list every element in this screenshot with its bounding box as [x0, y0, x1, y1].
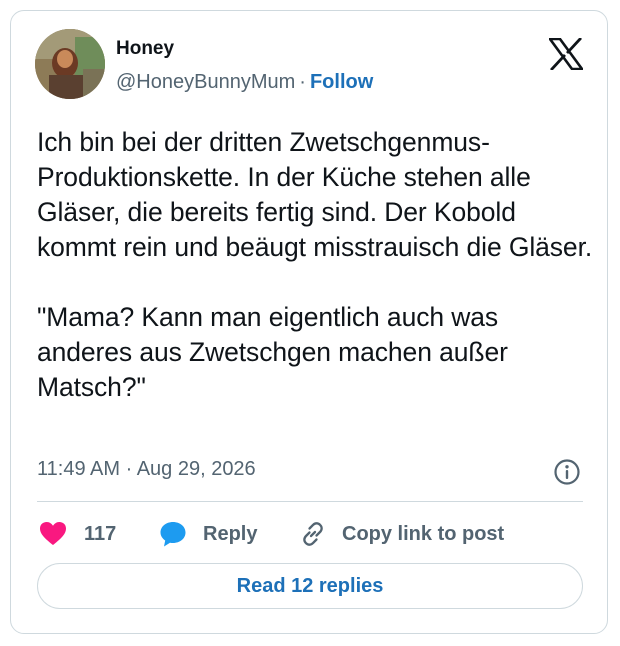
copy-link-label: Copy link to post: [342, 522, 505, 545]
avatar[interactable]: [35, 29, 105, 99]
post-card: Honey @HoneyBunnyMum · Follow Ich bin bei …: [10, 10, 608, 634]
follow-button[interactable]: Follow: [310, 71, 373, 93]
author-handle-line: @HoneyBunnyMum · Follow: [116, 71, 373, 94]
action-bar: 117 Reply Copy link to post: [37, 517, 583, 551]
x-logo-icon[interactable]: [547, 37, 585, 71]
author-display-name[interactable]: Honey: [116, 38, 174, 60]
divider: [37, 501, 583, 502]
read-replies-button[interactable]: Read 12 replies: [37, 563, 583, 609]
like-count: 117: [84, 522, 117, 545]
info-icon[interactable]: [553, 458, 581, 486]
reply-label: Reply: [203, 522, 258, 545]
author-handle[interactable]: @HoneyBunnyMum: [116, 71, 295, 93]
reply-button[interactable]: Reply: [159, 517, 257, 551]
copy-link-button[interactable]: Copy link to post: [299, 517, 504, 551]
heart-icon: [39, 521, 67, 547]
post-timestamp[interactable]: 11:49 AM · Aug 29, 2026: [37, 458, 256, 481]
post-paragraph: Ich bin bei der dritten Zwetschgenmus-Pr…: [37, 127, 593, 262]
post-paragraph: "Mama? Kann man eigentlich auch was ande…: [37, 302, 508, 402]
like-button[interactable]: 117: [39, 517, 116, 551]
speech-bubble-icon: [159, 520, 187, 548]
post-text: Ich bin bei der dritten Zwetschgenmus-Pr…: [37, 125, 597, 405]
separator-dot: ·: [299, 71, 306, 93]
link-icon: [299, 520, 327, 548]
